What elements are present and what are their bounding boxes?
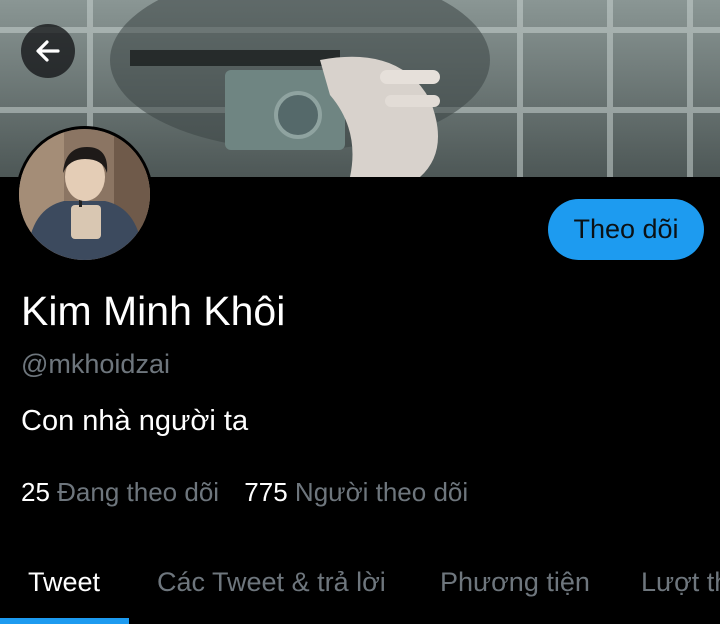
profile-bio: Con nhà người ta (21, 405, 249, 437)
avatar-photo (19, 129, 150, 260)
profile-avatar[interactable] (16, 126, 153, 263)
followers-label: Người theo dõi (294, 477, 469, 507)
follow-button[interactable]: Theo dõi (548, 199, 704, 260)
active-tab-indicator (0, 618, 129, 624)
tab-likes[interactable]: Lượt th (641, 548, 720, 618)
following-stat[interactable]: 25 Đang theo dõi (21, 477, 226, 507)
profile-stats: 25 Đang theo dõi 775 Người theo dõi (21, 477, 486, 508)
profile-name: Kim Minh Khôi (21, 288, 286, 334)
following-label: Đang theo dõi (57, 477, 220, 507)
back-button[interactable] (21, 24, 75, 78)
profile-handle: @mkhoidzai (21, 349, 170, 379)
tab-tweets[interactable]: Tweet (28, 548, 100, 618)
tab-tweets-and-replies[interactable]: Các Tweet & trả lời (157, 548, 386, 618)
followers-stat[interactable]: 775 Người theo dõi (244, 477, 468, 507)
following-count: 25 (21, 477, 50, 507)
tab-media[interactable]: Phương tiện (440, 548, 590, 618)
followers-count: 775 (244, 477, 288, 507)
arrow-left-icon (36, 40, 60, 62)
profile-tabs: Tweet Các Tweet & trả lời Phương tiện Lư… (0, 548, 720, 624)
